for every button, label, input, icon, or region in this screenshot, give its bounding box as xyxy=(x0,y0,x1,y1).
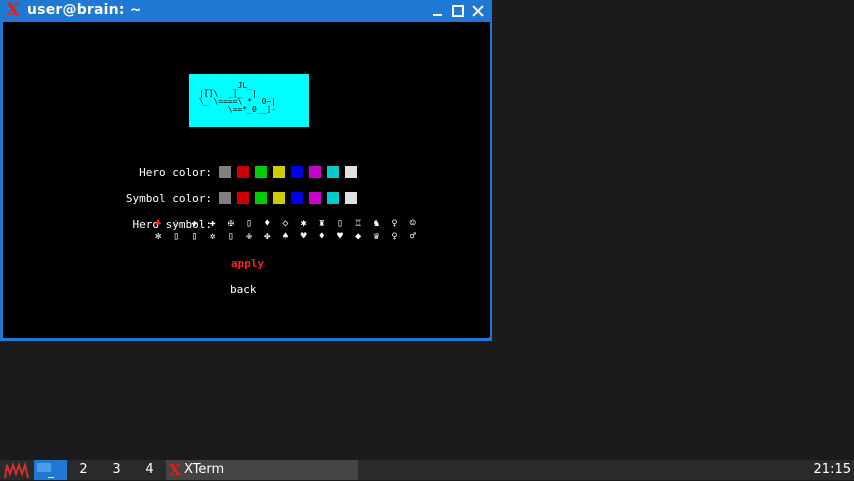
hero-symbol-option[interactable]: ♞ xyxy=(367,218,385,230)
symbol-color-swatch-6[interactable] xyxy=(309,192,321,204)
xterm-x-icon: X xyxy=(169,461,181,479)
hero-color-swatch-4[interactable] xyxy=(273,166,285,178)
symbol-color-swatch-8[interactable] xyxy=(345,192,357,204)
hero-color-swatch-5[interactable] xyxy=(291,166,303,178)
hero-color-swatch-6[interactable] xyxy=(309,166,321,178)
hero-symbol-option[interactable]: ✚ xyxy=(185,218,203,230)
symbol-color-swatch-5[interactable] xyxy=(291,192,303,204)
hero-symbol-option[interactable]: ✠ xyxy=(222,218,240,230)
hero-color-swatch-8[interactable] xyxy=(345,166,357,178)
hero-symbol-option[interactable]: ♣ xyxy=(149,218,167,230)
hero-symbol-option[interactable]: ♦ xyxy=(258,218,276,230)
hero-symbol-option[interactable]: ▯ xyxy=(222,231,240,243)
hero-symbol-option[interactable]: ♀ xyxy=(385,218,403,230)
hero-color-label: Hero color: xyxy=(139,166,212,179)
symbol-color-swatches xyxy=(219,192,357,204)
workspace-3[interactable]: 3 xyxy=(100,460,133,480)
hero-color-swatch-2[interactable] xyxy=(237,166,249,178)
symbol-color-swatch-2[interactable] xyxy=(237,192,249,204)
taskbar-item-label: XTerm xyxy=(184,462,225,477)
xterm-window: X user@brain: ~ __ _JL_ |[]\ _|_ | \_ \=… xyxy=(0,0,492,341)
hero-symbol-option[interactable]: ♦ xyxy=(313,231,331,243)
hero-symbol-option[interactable]: ▯ xyxy=(331,218,349,230)
hero-color-swatch-3[interactable] xyxy=(255,166,267,178)
minimize-icon[interactable] xyxy=(430,3,446,19)
apply-button[interactable]: apply xyxy=(231,257,264,270)
close-icon[interactable] xyxy=(470,3,486,19)
hero-symbol-option[interactable]: ✚ xyxy=(204,218,222,230)
hero-color-swatch-1[interactable] xyxy=(219,166,231,178)
hero-symbol-option[interactable]: ♛ xyxy=(367,231,385,243)
hero-symbol-option[interactable]: ✻ xyxy=(149,231,167,243)
xterm-x-icon: X xyxy=(6,0,20,20)
symbol-color-swatch-7[interactable] xyxy=(327,192,339,204)
workspace-1[interactable]: _ xyxy=(34,460,67,480)
hero-symbol-option[interactable]: ♥ xyxy=(331,231,349,243)
hero-symbol-option[interactable]: ◆ xyxy=(349,231,367,243)
start-menu-icon[interactable] xyxy=(3,461,31,479)
hero-symbol-option[interactable]: ♂ xyxy=(404,231,422,243)
workspace-1-label: _ xyxy=(48,464,54,478)
hero-symbol-row-1: ♣ ♘ ✚ ✚ ✠ ▯ ♦ ◇ ✱ ♜ ▯ ♖ ♞ ♀ ☺ xyxy=(149,218,422,230)
hero-symbol-option[interactable]: ♥ xyxy=(295,231,313,243)
hero-symbol-option[interactable]: ▯ xyxy=(240,218,258,230)
hero-symbol-option[interactable]: ▯ xyxy=(167,231,185,243)
hero-symbol-option[interactable]: ◇ xyxy=(276,218,294,230)
hero-symbol-option[interactable]: ▯ xyxy=(185,231,203,243)
hero-symbol-option[interactable]: ✲ xyxy=(204,231,222,243)
symbol-color-swatch-1[interactable] xyxy=(219,192,231,204)
hero-preview-art: __ _JL_ |[]\ _|_ | \_ \====\ * 0~| \==*_… xyxy=(199,81,277,114)
hero-symbol-option[interactable]: ♜ xyxy=(313,218,331,230)
hero-symbol-option[interactable]: ✙ xyxy=(240,231,258,243)
back-button[interactable]: back xyxy=(230,283,257,296)
hero-symbol-option[interactable]: ☺ xyxy=(404,218,422,230)
maximize-icon[interactable] xyxy=(450,3,466,19)
hero-symbol-option[interactable]: ♠ xyxy=(276,231,294,243)
window-title: user@brain: ~ xyxy=(27,2,142,18)
hero-color-swatches xyxy=(219,166,357,178)
hero-symbol-option[interactable]: ♘ xyxy=(167,218,185,230)
workspace-2[interactable]: 2 xyxy=(67,460,100,480)
hero-symbol-row-2: ✻ ▯ ▯ ✲ ▯ ✙ ✤ ♠ ♥ ♦ ♥ ◆ ♛ ♀ ♂ xyxy=(149,231,422,243)
clock: 21:15 xyxy=(813,462,851,477)
symbol-color-swatch-4[interactable] xyxy=(273,192,285,204)
hero-preview: __ _JL_ |[]\ _|_ | \_ \====\ * 0~| \==*_… xyxy=(189,74,309,127)
title-bar[interactable]: X user@brain: ~ xyxy=(0,0,492,22)
taskbar: _ 2 3 4 X XTerm 21:15 xyxy=(0,460,854,480)
hero-symbol-option[interactable]: ✱ xyxy=(295,218,313,230)
hero-symbol-option[interactable]: ✤ xyxy=(258,231,276,243)
symbol-color-swatch-3[interactable] xyxy=(255,192,267,204)
hero-color-swatch-7[interactable] xyxy=(327,166,339,178)
workspace-4[interactable]: 4 xyxy=(133,460,166,480)
terminal-area[interactable]: __ _JL_ |[]\ _|_ | \_ \====\ * 0~| \==*_… xyxy=(6,22,490,337)
hero-symbol-option[interactable]: ♖ xyxy=(349,218,367,230)
hero-symbol-option[interactable]: ♀ xyxy=(385,231,403,243)
taskbar-item-xterm[interactable]: X XTerm xyxy=(166,460,358,480)
symbol-color-label: Symbol color: xyxy=(125,192,212,205)
